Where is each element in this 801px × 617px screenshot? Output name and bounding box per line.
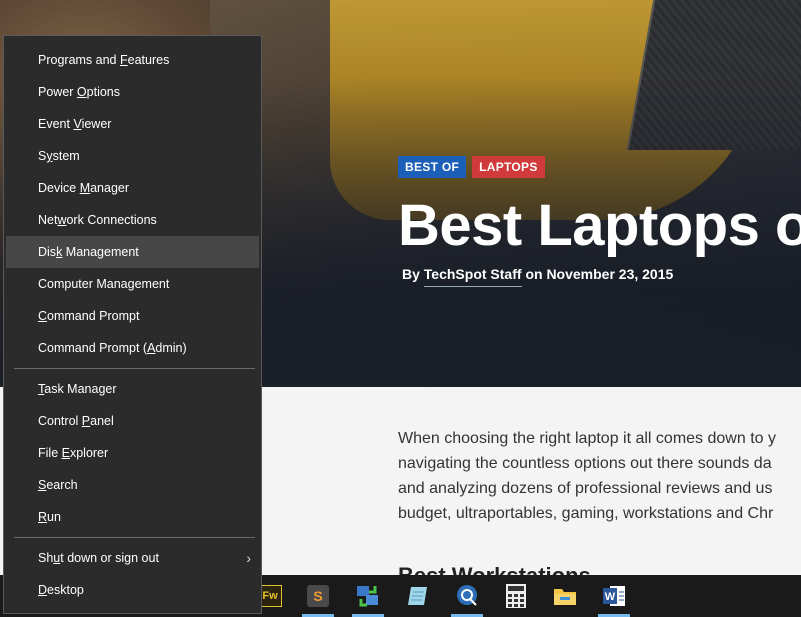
- menu-item-text: eatures: [127, 53, 170, 67]
- menu-item-text: Power: [38, 85, 77, 99]
- file-explorer-icon[interactable]: [549, 580, 581, 612]
- power-user-menu: Programs and Features Power Options Event …: [3, 35, 262, 614]
- menu-item-accelerator: g: [127, 277, 135, 291]
- menu-item-accelerator: M: [79, 181, 91, 195]
- tag-best-of[interactable]: BEST OF: [398, 156, 467, 178]
- menu-item-text: anager: [90, 181, 130, 195]
- menu-item-text: Sh: [38, 551, 54, 565]
- article-body: When choosing the right laptop it all co…: [398, 426, 801, 526]
- menu-item-network-connections[interactable]: Network Connections: [6, 204, 259, 236]
- menu-item-programs-features[interactable]: Programs and Features: [6, 44, 259, 76]
- menu-separator: [14, 368, 255, 369]
- menu-item-accelerator: P: [81, 414, 91, 428]
- menu-item-text: Control: [38, 414, 82, 428]
- menu-item-command-prompt[interactable]: Command Prompt: [6, 300, 259, 332]
- menu-item-disk-management[interactable]: Disk Management: [6, 236, 259, 268]
- body-line: and analyzing dozens of professional rev…: [398, 480, 773, 497]
- menu-item-text: Device: [38, 181, 80, 195]
- menu-item-accelerator: F: [119, 53, 128, 67]
- menu-item-run[interactable]: Run: [6, 501, 259, 533]
- menu-item-text: ement: [134, 277, 170, 291]
- byline-on: on: [525, 266, 543, 282]
- sublime-text-icon[interactable]: S: [302, 580, 334, 617]
- calculator-icon[interactable]: [500, 580, 532, 612]
- byline: By TechSpot Staff on November 23, 2015: [402, 266, 674, 287]
- menu-item-text: Dis: [38, 245, 57, 259]
- menu-item-text: ommand Prompt: [47, 309, 140, 323]
- menu-item-text: Net: [38, 213, 58, 227]
- menu-item-text: ask Manager: [44, 382, 117, 396]
- chevron-right-icon: ›: [246, 550, 251, 566]
- menu-item-desktop[interactable]: Desktop: [6, 574, 259, 606]
- menu-item-text: dmin): [155, 341, 187, 355]
- menu-item-text: un: [47, 510, 61, 524]
- menu-item-text: Command Prompt (: [38, 341, 148, 355]
- chat-app-icon[interactable]: [451, 580, 483, 617]
- menu-item-power-options[interactable]: Power Options: [6, 76, 259, 108]
- menu-item-text: Computer Mana: [38, 277, 128, 291]
- menu-item-device-manager[interactable]: Device Manager: [6, 172, 259, 204]
- menu-item-accelerator: D: [38, 583, 48, 597]
- menu-separator: [14, 537, 255, 538]
- menu-item-text: stem: [52, 149, 80, 163]
- menu-item-computer-management[interactable]: Computer Management: [6, 268, 259, 300]
- body-line: navigating the countless options out the…: [398, 455, 772, 472]
- body-line: When choosing the right laptop it all co…: [398, 430, 776, 447]
- menu-item-accelerator: O: [76, 85, 87, 99]
- menu-item-text: esktop: [47, 583, 84, 597]
- notepad-icon[interactable]: [402, 580, 434, 612]
- svg-text:W: W: [605, 591, 616, 603]
- menu-item-command-prompt-admin[interactable]: Command Prompt (Admin): [6, 332, 259, 364]
- menu-item-text: ptions: [86, 85, 120, 99]
- menu-item-system[interactable]: System: [6, 140, 259, 172]
- menu-item-text: ork Connections: [66, 213, 157, 227]
- menu-item-text: Event: [38, 117, 74, 131]
- network-transfer-icon[interactable]: [352, 580, 384, 617]
- menu-item-event-viewer[interactable]: Event Viewer: [6, 108, 259, 140]
- article-tags: BEST OF LAPTOPS: [398, 156, 545, 178]
- menu-item-control-panel[interactable]: Control Panel: [6, 405, 259, 437]
- tag-laptops[interactable]: LAPTOPS: [472, 156, 545, 178]
- menu-item-task-manager[interactable]: Task Manager: [6, 373, 259, 405]
- menu-item-search[interactable]: Search: [6, 469, 259, 501]
- author-link[interactable]: TechSpot Staff: [423, 266, 522, 287]
- menu-item-accelerator: C: [38, 309, 48, 323]
- menu-item-accelerator: R: [38, 510, 48, 524]
- menu-item-text: anel: [90, 414, 114, 428]
- menu-item-text: File: [38, 446, 62, 460]
- menu-item-file-explorer[interactable]: File Explorer: [6, 437, 259, 469]
- menu-item-text: earch: [46, 478, 78, 492]
- menu-item-text: xplorer: [69, 446, 109, 460]
- article-title: Best Laptops of: [398, 193, 801, 258]
- menu-item-text: iewer: [81, 117, 112, 131]
- menu-item-shut-down-sign-out[interactable]: Shut down or sign out ›: [6, 542, 259, 574]
- byline-prefix: By: [402, 266, 420, 282]
- body-line: budget, ultraportables, gaming, workstat…: [398, 505, 774, 522]
- menu-item-accelerator: V: [73, 117, 82, 131]
- menu-item-accelerator: E: [61, 446, 70, 460]
- menu-item-text: Programs and: [38, 53, 120, 67]
- sublime-label: S: [307, 585, 329, 607]
- menu-item-text: t down or sign out: [60, 551, 159, 565]
- menu-item-text: Management: [62, 245, 139, 259]
- word-icon[interactable]: W: [598, 580, 630, 617]
- article-date: November 23, 2015: [546, 266, 674, 282]
